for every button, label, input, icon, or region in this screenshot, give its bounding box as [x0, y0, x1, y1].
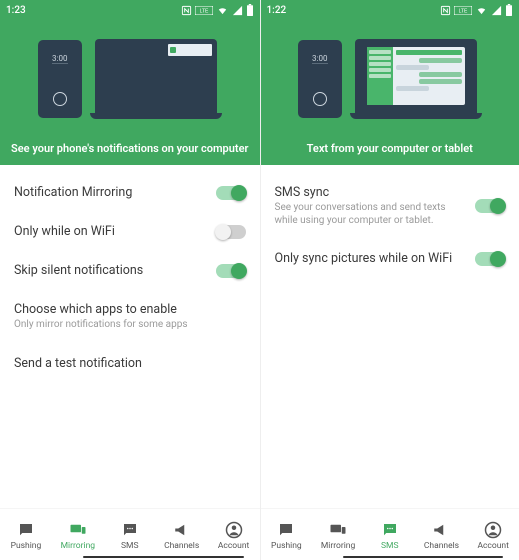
devices-icon [67, 521, 89, 539]
row-title: Skip silent notifications [14, 263, 206, 278]
phone-mock: 3:00 [298, 40, 342, 118]
laptop-notif-mock [168, 44, 212, 56]
row-title: Send a test notification [14, 356, 246, 371]
hero-banner: 3:00 [261, 20, 519, 165]
sms-icon [380, 521, 400, 539]
row-subtitle: Only mirror notifications for some apps [14, 319, 246, 332]
nav-sms[interactable]: SMS [364, 521, 416, 551]
toggle-skip-silent[interactable] [216, 264, 246, 278]
status-time: 1:23 [6, 5, 26, 16]
row-notification-mirroring[interactable]: Notification Mirroring [0, 173, 260, 212]
laptop-mock [90, 39, 222, 119]
chat-icon [276, 521, 296, 539]
svg-text:LTE: LTE [459, 8, 468, 14]
nav-mirroring[interactable]: Mirroring [52, 521, 104, 551]
row-only-wifi[interactable]: Only while on WiFi [0, 212, 260, 251]
nav-label: SMS [121, 541, 139, 551]
row-title: Notification Mirroring [14, 185, 206, 200]
row-sync-pics-wifi[interactable]: Only sync pictures while on WiFi [261, 239, 519, 278]
row-title: Only while on WiFi [14, 224, 206, 239]
row-subtitle: See your conversations and send texts wh… [275, 202, 466, 227]
nav-account[interactable]: Account [208, 521, 260, 551]
status-icons: LTE [440, 4, 513, 16]
volte-icon: LTE [454, 6, 472, 15]
toggle-only-wifi[interactable] [216, 225, 246, 239]
phone-mock-time: 3:00 [52, 54, 67, 63]
nav-label: Channels [164, 541, 199, 551]
row-title: SMS sync [275, 185, 466, 200]
status-bar: 1:23 LTE [0, 0, 260, 20]
nav-channels[interactable]: Channels [156, 521, 208, 551]
nav-label: Mirroring [321, 541, 355, 551]
phone-mock: 3:00 [38, 40, 82, 118]
row-title: Choose which apps to enable [14, 302, 246, 317]
megaphone-icon [172, 521, 192, 539]
chat-window-mock [367, 47, 465, 105]
row-sms-sync[interactable]: SMS sync See your conversations and send… [261, 173, 519, 239]
nav-label: Account [218, 541, 249, 551]
hero-caption: Text from your computer or tablet [299, 138, 481, 155]
wifi-icon [216, 5, 229, 16]
gesture-bar[interactable] [343, 556, 503, 558]
hero-graphic: 3:00 [261, 20, 519, 138]
settings-list: Notification Mirroring Only while on WiF… [0, 165, 260, 508]
volte-icon: LTE [195, 6, 213, 15]
account-icon [224, 521, 244, 539]
nav-label: SMS [381, 541, 399, 551]
chat-icon [16, 521, 36, 539]
nav-label: Pushing [11, 541, 42, 551]
row-skip-silent[interactable]: Skip silent notifications [0, 251, 260, 290]
nav-label: Account [477, 541, 508, 551]
row-send-test[interactable]: Send a test notification [0, 344, 260, 383]
hero-caption: See your phone's notifications on your c… [3, 138, 256, 155]
toggle-sync-pics-wifi[interactable] [475, 252, 505, 266]
nav-channels[interactable]: Channels [416, 521, 468, 551]
devices-icon [327, 521, 349, 539]
settings-list: SMS sync See your conversations and send… [261, 165, 519, 508]
status-time: 1:22 [267, 5, 287, 16]
megaphone-icon [431, 521, 451, 539]
nav-sms[interactable]: SMS [104, 521, 156, 551]
toggle-sms-sync[interactable] [475, 199, 505, 213]
hero-graphic: 3:00 [0, 20, 260, 138]
account-icon [483, 521, 503, 539]
nav-label: Mirroring [61, 541, 95, 551]
battery-icon [246, 4, 254, 16]
gesture-bar[interactable] [83, 556, 244, 558]
status-bar: 1:22 LTE [261, 0, 519, 20]
screen-mirroring: 1:23 LTE 3:00 See your phone's notificat… [0, 0, 260, 560]
row-choose-apps[interactable]: Choose which apps to enable Only mirror … [0, 290, 260, 344]
nav-mirroring[interactable]: Mirroring [312, 521, 364, 551]
signal-icon [232, 5, 243, 16]
bottom-nav: Pushing Mirroring SMS Channels Account [261, 508, 519, 560]
status-icons: LTE [181, 4, 254, 16]
laptop-mock [350, 39, 482, 119]
svg-text:LTE: LTE [199, 8, 208, 14]
nfc-icon [181, 5, 192, 16]
screen-sms: 1:22 LTE 3:00 [260, 0, 519, 560]
battery-icon [505, 4, 513, 16]
nav-label: Pushing [271, 541, 302, 551]
nav-pushing[interactable]: Pushing [261, 521, 313, 551]
sms-icon [120, 521, 140, 539]
nfc-icon [440, 5, 451, 16]
bottom-nav: Pushing Mirroring SMS Channels Account [0, 508, 260, 560]
nav-account[interactable]: Account [467, 521, 519, 551]
nav-pushing[interactable]: Pushing [0, 521, 52, 551]
signal-icon [491, 5, 502, 16]
hero-banner: 3:00 See your phone's notifications on y… [0, 20, 260, 165]
toggle-notification-mirroring[interactable] [216, 186, 246, 200]
row-title: Only sync pictures while on WiFi [275, 251, 466, 266]
phone-mock-time: 3:00 [312, 54, 327, 63]
wifi-icon [475, 5, 488, 16]
nav-label: Channels [424, 541, 459, 551]
